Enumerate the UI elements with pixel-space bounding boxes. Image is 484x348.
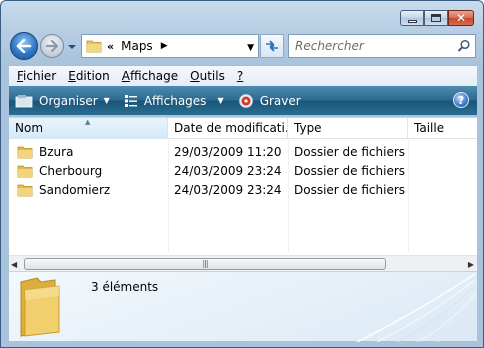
views-label: Affichages	[143, 93, 207, 108]
table-row[interactable]: Cherbourg 24/03/2009 23:24 Dossier de fi…	[9, 161, 477, 180]
help-button[interactable]: ?	[453, 92, 469, 108]
forward-button[interactable]	[40, 34, 64, 58]
refresh-button[interactable]	[260, 34, 284, 58]
menu-mnemonic: A	[121, 69, 130, 83]
back-button[interactable]	[10, 32, 38, 60]
address-bar[interactable]: « Maps ▶ ▼	[81, 34, 259, 58]
burn-disc-icon	[238, 93, 254, 109]
file-name: Bzura	[39, 144, 74, 159]
history-dropdown-icon[interactable]	[67, 42, 77, 52]
column-header-size[interactable]: Taille	[408, 118, 477, 139]
refresh-icon	[266, 40, 278, 52]
breadcrumb-current[interactable]: Maps	[121, 39, 153, 53]
command-bar: Organiser ▼ Affichages ▼ Graver ?	[9, 86, 477, 115]
column-headers: ▲ Nom Date de modificati... Type Taille	[9, 118, 477, 139]
large-folder-icon	[20, 277, 60, 337]
menu-bar: Fichier Edition Affichage Outils ?	[9, 65, 477, 86]
scroll-left-icon[interactable]: ◀	[11, 260, 17, 269]
file-name-cell: Bzura	[9, 145, 168, 159]
menu-label: dition	[75, 69, 110, 83]
menu-label: utils	[199, 69, 225, 83]
back-arrow-icon	[16, 39, 32, 53]
views-button[interactable]: Affichages ▼	[124, 94, 224, 108]
file-type: Dossier de fichiers	[294, 144, 406, 159]
navigation-bar: « Maps ▶ ▼ Rechercher	[10, 32, 476, 60]
file-type: Dossier de fichiers	[294, 182, 406, 197]
file-name-cell: Cherbourg	[9, 164, 168, 178]
maximize-button[interactable]	[424, 10, 448, 26]
menu-fichier[interactable]: Fichier	[11, 69, 62, 83]
minimize-button[interactable]	[400, 10, 424, 26]
search-input[interactable]: Rechercher	[288, 34, 476, 58]
search-placeholder: Rechercher	[295, 39, 364, 53]
views-dropdown-icon: ▼	[212, 96, 224, 105]
file-name: Cherbourg	[39, 163, 103, 178]
search-icon[interactable]	[457, 39, 471, 53]
sort-ascending-icon: ▲	[85, 118, 91, 126]
menu-outils[interactable]: Outils	[184, 69, 231, 83]
help-icon: ?	[457, 93, 465, 107]
menu-edition[interactable]: Edition	[62, 69, 116, 83]
column-header-type[interactable]: Type	[288, 118, 408, 139]
folder-icon	[17, 146, 33, 158]
file-date: 24/03/2009 23:24	[174, 182, 282, 197]
file-type: Dossier de fichiers	[294, 163, 406, 178]
burn-label: Graver	[259, 93, 301, 108]
breadcrumb-overflow[interactable]: «	[107, 40, 114, 53]
table-row[interactable]: Sandomierz 24/03/2009 23:24 Dossier de f…	[9, 180, 477, 199]
column-header-label: Type	[294, 121, 322, 135]
menu-label: ichier	[23, 69, 57, 83]
organize-icon	[15, 94, 33, 108]
column-header-date[interactable]: Date de modificati...	[168, 118, 288, 139]
organize-dropdown-icon: ▼	[103, 96, 110, 105]
folder-icon	[17, 165, 33, 177]
column-header-name[interactable]: ▲ Nom	[9, 118, 168, 139]
scrollbar-thumb[interactable]: |||	[24, 258, 386, 270]
menu-mnemonic: O	[190, 69, 200, 83]
column-header-label: Date de modificati...	[174, 121, 288, 135]
breadcrumb-arrow-icon[interactable]: ▶	[161, 41, 168, 51]
explorer-window: ✕ « Maps ▶ ▼ Rechercher Fichier Edition …	[0, 0, 484, 348]
menu-help[interactable]: ?	[231, 69, 249, 83]
organize-button[interactable]: Organiser ▼	[15, 94, 110, 108]
file-name: Sandomierz	[39, 182, 111, 197]
scroll-right-icon[interactable]: ▶	[468, 260, 474, 269]
minimize-icon	[407, 19, 417, 23]
caption-buttons: ✕	[400, 10, 474, 26]
maximize-icon	[431, 14, 441, 22]
horizontal-scrollbar[interactable]: ◀ ||| ▶	[9, 255, 477, 272]
column-header-label: Taille	[414, 121, 445, 135]
close-button[interactable]: ✕	[448, 10, 474, 26]
item-count: 3 éléments	[91, 280, 159, 294]
menu-affichage[interactable]: Affichage	[116, 69, 184, 83]
menu-mnemonic: ?	[236, 69, 244, 83]
file-date: 29/03/2009 11:20	[174, 144, 282, 159]
decorative-swoosh	[356, 273, 476, 342]
views-icon	[124, 94, 138, 108]
file-rows: Bzura 29/03/2009 11:20 Dossier de fichie…	[9, 142, 477, 199]
file-date: 24/03/2009 23:24	[174, 163, 282, 178]
close-icon: ✕	[455, 11, 467, 25]
file-name-cell: Sandomierz	[9, 183, 168, 197]
folder-icon	[86, 40, 102, 53]
table-row[interactable]: Bzura 29/03/2009 11:20 Dossier de fichie…	[9, 142, 477, 161]
burn-button[interactable]: Graver	[238, 93, 301, 109]
menu-label: ffichage	[129, 69, 179, 83]
grip-icon: |||	[202, 259, 208, 268]
menu-mnemonic: E	[68, 69, 76, 83]
forward-arrow-icon	[45, 40, 59, 52]
folder-icon	[17, 184, 33, 196]
column-header-label: Nom	[15, 121, 44, 135]
address-dropdown-icon[interactable]: ▼	[247, 43, 254, 53]
file-list: ▲ Nom Date de modificati... Type Taille …	[9, 117, 477, 272]
organize-label: Organiser	[39, 93, 98, 108]
details-pane: 3 éléments	[9, 271, 477, 342]
